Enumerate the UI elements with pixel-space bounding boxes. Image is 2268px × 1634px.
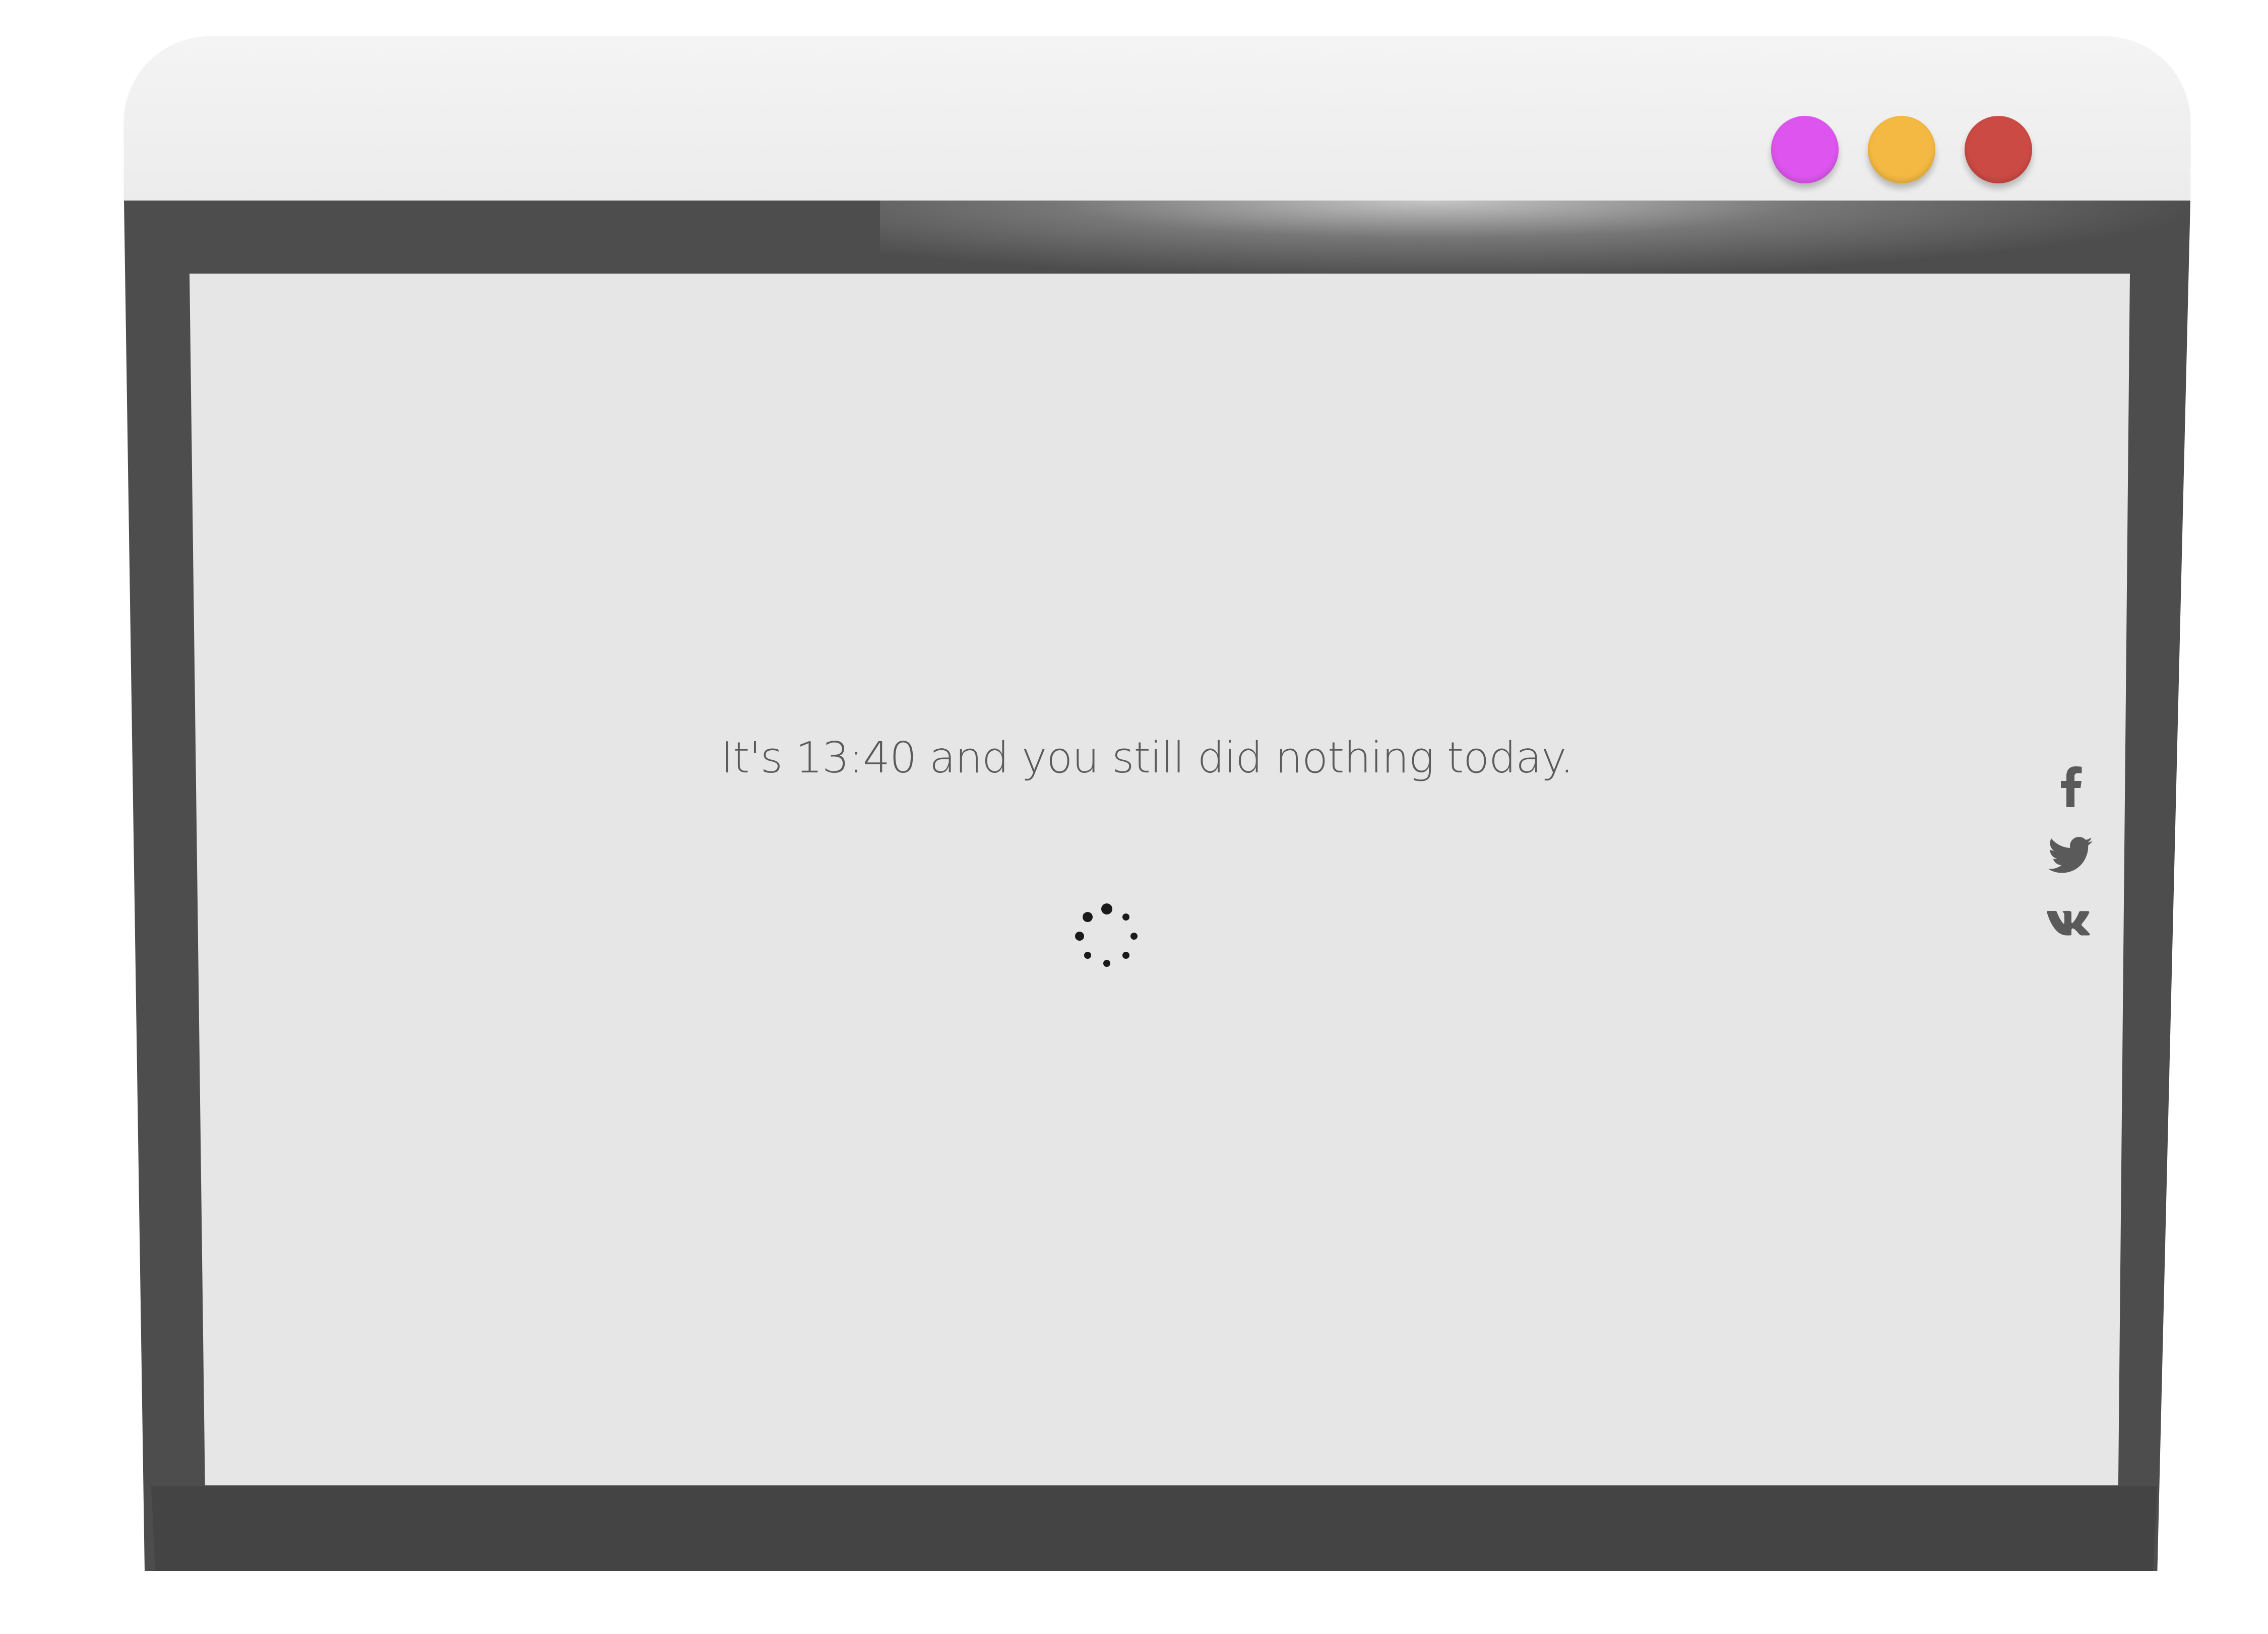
facebook-icon[interactable] [2046, 761, 2097, 811]
social-links [2046, 761, 2097, 942]
vk-icon[interactable] [2046, 897, 2097, 947]
yellow-window-button[interactable] [1868, 116, 1935, 183]
window-controls [1771, 116, 2032, 183]
content-screen [190, 274, 2130, 1485]
loading-spinner-icon [1075, 903, 1138, 967]
window-titlebar [124, 36, 2190, 201]
browser-window: It's 13:40 and you still did nothing tod… [0, 0, 2268, 1634]
purple-window-button[interactable] [1771, 116, 1839, 183]
status-message: It's 13:40 and you still did nothing tod… [721, 733, 1573, 783]
twitter-icon[interactable] [2046, 829, 2097, 879]
frame-bottom-edge [151, 1486, 2157, 1571]
red-window-button[interactable] [1965, 116, 2032, 183]
